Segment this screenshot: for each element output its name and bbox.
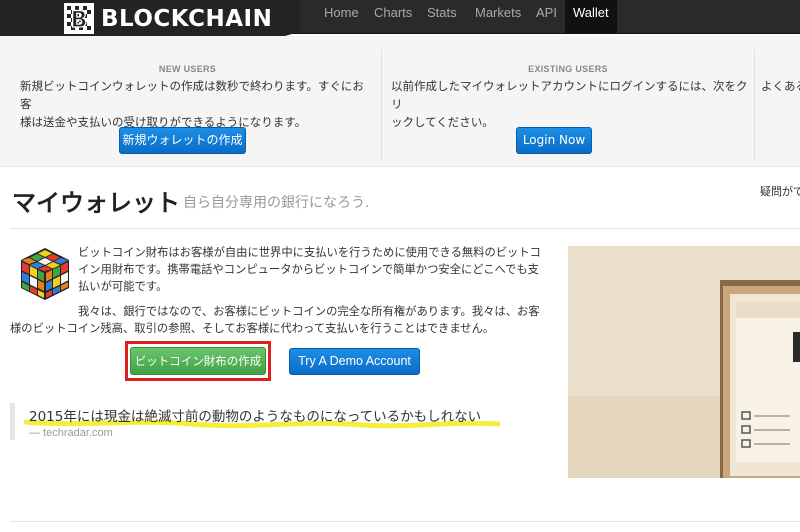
new-users-text: 新規ビットコインウォレットの作成は数秒で終わります。すぐにお客 様は送金や支払い… bbox=[20, 77, 365, 131]
quote-source: — techradar.com bbox=[29, 427, 113, 439]
existing-users-text-line1: 以前作成したマイウォレットアカウントにログインするには、次をクリ bbox=[391, 79, 748, 111]
nav-stats[interactable]: Stats bbox=[419, 0, 465, 34]
panel-divider bbox=[754, 50, 755, 162]
existing-users-text: 以前作成したマイウォレットアカウントにログインするには、次をクリ ックしてくださ… bbox=[391, 77, 751, 131]
ownership-description: 我々は、銀行ではなので、お客様にビットコインの完全な所有権があります。我々は、お… bbox=[10, 305, 540, 335]
blockchain-logo-icon: B bbox=[64, 3, 94, 34]
existing-users-heading: EXISTING USERS bbox=[528, 64, 608, 74]
new-users-panel: NEW USERS 新規ビットコインウォレットの作成は数秒で終わります。すぐにお… bbox=[0, 36, 375, 167]
demo-account-button[interactable]: Try A Demo Account bbox=[289, 348, 420, 375]
wallet-illustration bbox=[568, 246, 800, 478]
create-wallet-button[interactable]: 新規ウォレットの作成 bbox=[119, 127, 246, 154]
rubiks-cube-icon bbox=[21, 248, 69, 300]
create-bitcoin-wallet-button[interactable]: ビットコイン財布の作成 bbox=[130, 347, 266, 375]
nav-charts[interactable]: Charts bbox=[366, 0, 420, 34]
top-navbar: B BLOCKCHAIN Home Charts Stats Markets A… bbox=[0, 0, 800, 40]
brand[interactable]: B BLOCKCHAIN bbox=[0, 0, 300, 40]
page-title: マイウォレット bbox=[12, 189, 180, 217]
panel-divider bbox=[381, 50, 382, 162]
nav-api[interactable]: API bbox=[528, 0, 565, 34]
wallet-illustration-graphic bbox=[568, 246, 800, 478]
quote-bar bbox=[10, 403, 15, 440]
svg-text:B: B bbox=[71, 8, 88, 33]
new-users-text-line1: 新規ビットコインウォレットの作成は数秒で終わります。すぐにお客 bbox=[20, 79, 364, 111]
quote-text: 2015年には現金は絶滅寸前の動物のようなものになっているかもしれない bbox=[29, 409, 482, 425]
wallet-description: ビットコイン財布はお客様が自由に世界中に支払いを行うために使用できる無料のビット… bbox=[78, 246, 541, 293]
nav-wallet[interactable]: Wallet bbox=[565, 0, 617, 34]
hero-panels: NEW USERS 新規ビットコインウォレットの作成は数秒で終わります。すぐにお… bbox=[0, 36, 800, 167]
nav-markets[interactable]: Markets bbox=[467, 0, 529, 34]
nav-home[interactable]: Home bbox=[316, 0, 367, 34]
faq-panel-partial-text: よくある bbox=[761, 79, 800, 93]
login-now-button[interactable]: Login Now bbox=[516, 127, 592, 154]
page-subtitle: 自ら自分専用の銀行になろう. bbox=[183, 195, 370, 211]
new-users-heading: NEW USERS bbox=[158, 64, 217, 74]
brand-name: BLOCKCHAIN bbox=[101, 6, 273, 32]
section-divider bbox=[10, 228, 800, 229]
footer-divider bbox=[10, 521, 800, 522]
faq-partial-text: 疑問がで bbox=[760, 185, 800, 198]
